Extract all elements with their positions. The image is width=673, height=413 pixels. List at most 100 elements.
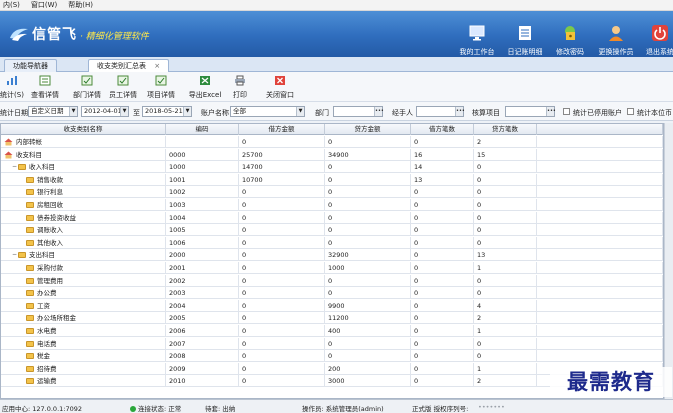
date-mode-select[interactable]: 自定义日期 ▼ xyxy=(28,106,78,117)
menu-item-1[interactable]: 窗口(W) xyxy=(31,0,57,10)
blank-cell xyxy=(537,161,663,174)
folder-icon xyxy=(18,164,26,171)
inactive-account-checkbox[interactable] xyxy=(563,108,570,115)
folder-icon xyxy=(26,290,34,297)
date-from-picker[interactable]: 2012-04-01 ▼ xyxy=(81,106,129,117)
project-field[interactable]: ••• xyxy=(505,106,556,117)
credit-amount-cell: 0 xyxy=(325,199,411,211)
credit-count-cell: 0 xyxy=(474,337,537,350)
credit-amount-cell: 0 xyxy=(325,224,411,237)
table-row[interactable]: 税金 2008 0 0 0 0 xyxy=(1,350,663,363)
account-select[interactable]: 全部 ▼ xyxy=(230,106,305,117)
dept-field[interactable]: ••• xyxy=(333,106,384,117)
category-name: 工资 xyxy=(37,301,50,310)
table-row[interactable]: 收支科目 0000 25700 34900 16 15 xyxy=(1,148,663,161)
folder-icon xyxy=(26,277,34,284)
logo-icon xyxy=(10,28,28,41)
table-row[interactable]: 房租回收 1003 0 0 0 0 xyxy=(1,199,663,211)
summary-table: 收支类别名称 编码 借方金额 贷方金额 借方笔数 贷方笔数 内部转帐 0 0 0 2 收支… xyxy=(0,123,664,399)
vertical-scrollbar[interactable] xyxy=(664,123,673,399)
credit-count-cell: 0 xyxy=(474,211,537,224)
table-row[interactable]: 债券投资收益 1004 0 0 0 0 xyxy=(1,211,663,224)
category-code-cell: 2010 xyxy=(166,375,239,388)
category-code-cell: 2000 xyxy=(166,249,239,262)
print-button[interactable]: 打印 xyxy=(230,75,250,99)
debit-count-cell: 0 xyxy=(411,299,474,312)
close-window-button[interactable]: 关闭窗口 xyxy=(264,75,296,99)
inactive-account-label: 统计已停用账户 xyxy=(573,109,622,117)
debit-count-cell: 0 xyxy=(411,362,474,375)
dept-detail-button[interactable]: 部门详情 xyxy=(72,75,102,99)
stats-button[interactable]: 统计(S) xyxy=(0,75,24,99)
project-detail-button[interactable]: 项目详情 xyxy=(146,75,176,99)
credit-amount-cell: 0 xyxy=(325,337,411,350)
table-row[interactable]: 内部转帐 0 0 0 2 xyxy=(1,136,663,148)
table-row[interactable]: 银行利息 1002 0 0 0 0 xyxy=(1,186,663,199)
credit-amount-cell: 11200 xyxy=(325,312,411,325)
table-row[interactable]: − 收入科目 1000 14700 0 14 0 xyxy=(1,161,663,174)
debit-amount-cell: 0 xyxy=(239,211,325,224)
view-detail-button[interactable]: 查看详情 xyxy=(30,75,60,99)
blank-cell xyxy=(537,299,663,312)
base-currency-checkbox[interactable] xyxy=(627,108,634,115)
col-header-debit[interactable]: 借方金额 xyxy=(239,124,325,135)
ellipsis-icon[interactable]: ••• xyxy=(546,107,556,116)
user-icon xyxy=(609,26,623,41)
table-row[interactable]: 其他收入 1006 0 0 0 0 xyxy=(1,236,663,249)
date-to-picker[interactable]: 2018-05-21 ▼ xyxy=(142,106,192,117)
table-row[interactable]: 办公费 2003 0 0 0 0 xyxy=(1,287,663,300)
col-header-code[interactable]: 编码 xyxy=(166,124,239,135)
debit-amount-cell: 0 xyxy=(239,262,325,274)
tab-category-summary[interactable]: 收支类别汇总表 × xyxy=(88,59,170,72)
credit-count-cell: 0 xyxy=(474,287,537,300)
blank-cell xyxy=(537,249,663,262)
view-detail-icon xyxy=(39,75,51,86)
credit-count-cell: 0 xyxy=(474,161,537,174)
folder-icon xyxy=(26,328,34,334)
table-row[interactable]: 工资 2004 0 9900 0 4 xyxy=(1,299,663,312)
folder-icon xyxy=(26,315,34,322)
debit-count-cell: 16 xyxy=(411,148,474,161)
table-row[interactable]: 办公场所租金 2005 0 11200 0 2 xyxy=(1,312,663,325)
credit-amount-cell: 0 xyxy=(325,287,411,300)
col-header-name[interactable]: 收支类别名称 xyxy=(1,124,166,135)
chevron-down-icon: ▼ xyxy=(120,107,128,116)
credit-amount-cell: 34900 xyxy=(325,148,411,161)
account-set-status: 待套: 出纳 xyxy=(205,405,236,413)
ellipsis-icon[interactable]: ••• xyxy=(374,107,384,116)
table-row[interactable]: − 支出科目 2000 0 32900 0 13 xyxy=(1,249,663,262)
table-row[interactable]: 管理费用 2002 0 0 0 0 xyxy=(1,274,663,287)
date-mode-value: 自定义日期 xyxy=(31,107,64,115)
chevron-down-icon: ▼ xyxy=(69,107,77,116)
export-excel-button[interactable]: 导出Excel xyxy=(188,75,222,99)
table-row[interactable]: 销售收款 1001 10700 0 13 0 xyxy=(1,173,663,186)
table-row[interactable]: 水电费 2006 0 400 0 1 xyxy=(1,325,663,337)
account-value: 全部 xyxy=(233,107,246,115)
dept-detail-label: 部门详情 xyxy=(73,91,101,99)
blank-cell xyxy=(537,224,663,237)
debit-amount-cell: 0 xyxy=(239,186,325,199)
menu-item-0[interactable]: 内(S) xyxy=(3,0,20,10)
col-header-credit[interactable]: 贷方金额 xyxy=(325,124,411,135)
handler-field[interactable]: ••• xyxy=(416,106,465,117)
col-header-debit-count[interactable]: 借方笔数 xyxy=(411,124,474,135)
category-name-cell: 招待费 xyxy=(1,362,166,375)
staff-detail-button[interactable]: 员工详情 xyxy=(108,75,138,99)
folder-icon xyxy=(26,227,34,234)
tab-close-icon[interactable]: × xyxy=(154,62,160,70)
toolbar: 统计(S) 查看详情 部门详情 员工详情 项目详情 导出Excel 打印 关闭窗… xyxy=(0,72,673,102)
debit-count-cell: 0 xyxy=(411,325,474,337)
category-name-cell: 税金 xyxy=(1,350,166,363)
tab-function-navigator[interactable]: 功能导航器 xyxy=(4,59,57,72)
credit-count-cell: 2 xyxy=(474,375,537,388)
table-row[interactable]: 采购付款 2001 0 1000 0 1 xyxy=(1,262,663,274)
category-name-cell: − 支出科目 xyxy=(1,249,166,262)
table-row[interactable]: 调账收入 1005 0 0 0 0 xyxy=(1,224,663,237)
category-name: 其他收入 xyxy=(37,238,63,247)
folder-icon xyxy=(26,189,34,196)
debit-amount-cell: 0 xyxy=(239,312,325,325)
col-header-credit-count[interactable]: 贷方笔数 xyxy=(474,124,537,135)
ellipsis-icon[interactable]: ••• xyxy=(455,107,465,116)
menu-item-2[interactable]: 帮助(H) xyxy=(68,0,93,10)
table-row[interactable]: 电话费 2007 0 0 0 0 xyxy=(1,337,663,350)
